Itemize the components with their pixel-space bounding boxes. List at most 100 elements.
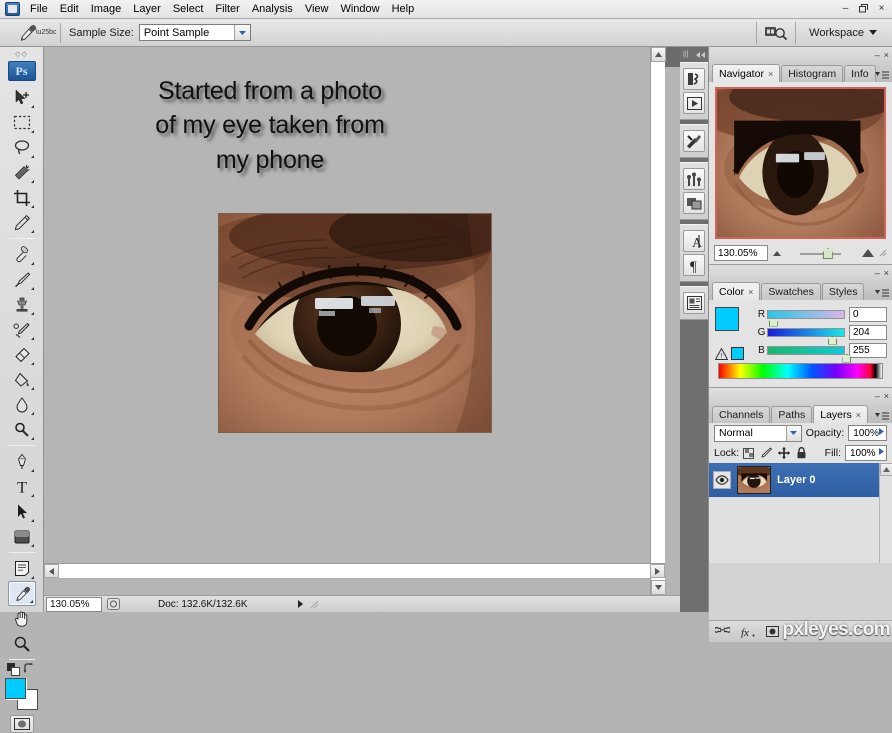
menu-edit[interactable]: Edit: [54, 1, 85, 17]
tab-histogram[interactable]: Histogram: [781, 65, 844, 82]
green-slider-track[interactable]: [767, 327, 845, 345]
lock-position-icon[interactable]: [778, 447, 791, 459]
menu-select[interactable]: Select: [167, 1, 210, 17]
layer-list-scrollbar[interactable]: [879, 463, 892, 563]
move-tool[interactable]: [8, 85, 36, 110]
fill-stepper-icon[interactable]: [879, 448, 884, 455]
close-icon[interactable]: ×: [856, 410, 861, 420]
slice-tool[interactable]: [8, 210, 36, 235]
blend-mode-select[interactable]: Normal: [714, 424, 802, 442]
red-value-field[interactable]: 0: [849, 306, 887, 322]
navigator-zoom-slider[interactable]: [786, 245, 857, 261]
zoom-level-field[interactable]: 130.05%: [46, 596, 102, 612]
panel-menu-icon[interactable]: [875, 289, 889, 298]
tab-paths[interactable]: Paths: [771, 406, 813, 423]
notes-tool[interactable]: [8, 556, 36, 581]
menu-image[interactable]: Image: [85, 1, 128, 17]
navigator-resize-grip[interactable]: [879, 249, 887, 258]
eraser-tool[interactable]: [8, 342, 36, 367]
document-thumbnail-icon[interactable]: [105, 597, 121, 611]
dodge-tool[interactable]: [8, 417, 36, 442]
screen-mode-icon[interactable]: [763, 21, 789, 45]
opacity-field[interactable]: 100%: [848, 425, 887, 441]
eyedropper-icon[interactable]: [14, 21, 40, 45]
red-slider-track[interactable]: [767, 309, 845, 327]
navigator-zoom-field[interactable]: 130.05%: [714, 245, 768, 261]
lock-image-pixels-icon[interactable]: [760, 447, 773, 459]
layer-visibility-eye-icon[interactable]: [713, 471, 731, 489]
history-brush-tool[interactable]: [8, 317, 36, 342]
scroll-right-icon[interactable]: [650, 564, 665, 578]
toolbar-grip[interactable]: ◇◇: [0, 49, 43, 59]
chevron-down-icon[interactable]: [233, 25, 250, 40]
fill-field[interactable]: 100%: [845, 445, 887, 461]
panel-menu-icon[interactable]: [875, 412, 889, 421]
type-tool[interactable]: T: [8, 474, 36, 499]
tab-info[interactable]: Info: [844, 65, 876, 82]
lock-transparent-pixels-icon[interactable]: [743, 447, 755, 459]
add-layer-mask-icon[interactable]: [766, 626, 779, 637]
magic-wand-tool[interactable]: [8, 160, 36, 185]
navigator-minimize-button[interactable]: –: [875, 51, 880, 60]
paint-bucket-tool[interactable]: [8, 367, 36, 392]
paragraph-pilcrow-icon[interactable]: ¶: [683, 254, 705, 276]
hand-tool[interactable]: [8, 606, 36, 631]
layers-minimize-button[interactable]: –: [875, 392, 880, 401]
path-selection-tool[interactable]: [8, 499, 36, 524]
scroll-down-icon[interactable]: [651, 580, 666, 595]
tool-presets-icon[interactable]: [683, 130, 705, 152]
color-close-button[interactable]: ×: [884, 269, 889, 278]
workspace-button[interactable]: Workspace: [802, 24, 884, 42]
gamut-warning-icon[interactable]: !: [715, 347, 728, 360]
layer-thumbnail[interactable]: [737, 466, 771, 494]
green-value-field[interactable]: 204: [849, 324, 887, 340]
default-colors-icon[interactable]: [7, 663, 20, 676]
tab-styles[interactable]: Styles: [821, 283, 865, 300]
layer-row-layer-0[interactable]: Layer 0: [709, 463, 892, 497]
pen-tool[interactable]: [8, 449, 36, 474]
lasso-tool[interactable]: [8, 135, 36, 160]
status-resize-grip[interactable]: [307, 597, 323, 611]
red-slider-thumb[interactable]: [768, 317, 778, 327]
blur-tool[interactable]: [8, 392, 36, 417]
clone-source-icon[interactable]: [683, 92, 705, 114]
color-spectrum-ramp[interactable]: [718, 363, 883, 379]
blue-slider-track[interactable]: [767, 345, 852, 363]
zoom-in-icon[interactable]: [862, 249, 874, 257]
shape-tool[interactable]: [8, 524, 36, 549]
layers-close-button[interactable]: ×: [884, 392, 889, 401]
green-slider-thumb[interactable]: [828, 335, 838, 345]
link-layers-chain-icon[interactable]: [715, 627, 730, 636]
quick-mask-icon[interactable]: [9, 715, 34, 733]
scroll-up-icon[interactable]: [651, 47, 666, 62]
menu-layer[interactable]: Layer: [127, 1, 167, 17]
character-A-icon[interactable]: A: [683, 230, 705, 252]
slider-thumb[interactable]: [822, 248, 833, 259]
dock-header[interactable]: |||: [680, 47, 708, 62]
brushes-icon[interactable]: [683, 68, 705, 90]
navigator-thumbnail[interactable]: [715, 87, 886, 239]
navigator-close-button[interactable]: ×: [884, 51, 889, 60]
swap-colors-icon[interactable]: [23, 663, 36, 676]
foreground-color-swatch[interactable]: [4, 678, 26, 699]
menu-file[interactable]: File: [24, 1, 54, 17]
tab-navigator[interactable]: Navigator ×: [712, 64, 781, 82]
status-expand-arrow-icon[interactable]: [297, 600, 303, 608]
canvas-vertical-scrollbar[interactable]: [650, 47, 666, 595]
layer-style-fx-icon[interactable]: fx: [740, 626, 756, 638]
color-minimize-button[interactable]: –: [875, 269, 880, 278]
tab-swatches[interactable]: Swatches: [761, 283, 821, 300]
canvas-horizontal-scrollbar[interactable]: [44, 563, 665, 578]
tab-layers[interactable]: Layers ×: [813, 405, 869, 423]
opacity-stepper-icon[interactable]: [879, 428, 884, 435]
tool-preset-chevron-icon[interactable]: \u25bc: [35, 22, 56, 44]
web-safe-color-swatch[interactable]: [731, 347, 744, 360]
close-icon[interactable]: ×: [768, 69, 773, 79]
adjustments-icon[interactable]: [683, 168, 705, 190]
menu-help[interactable]: Help: [386, 1, 421, 17]
clone-stamp-tool[interactable]: [8, 292, 36, 317]
minimize-button[interactable]: –: [837, 1, 854, 16]
crop-tool[interactable]: [8, 185, 36, 210]
collapse-dock-icon[interactable]: [696, 51, 705, 58]
color-panel-foreground-swatch[interactable]: [715, 307, 739, 331]
